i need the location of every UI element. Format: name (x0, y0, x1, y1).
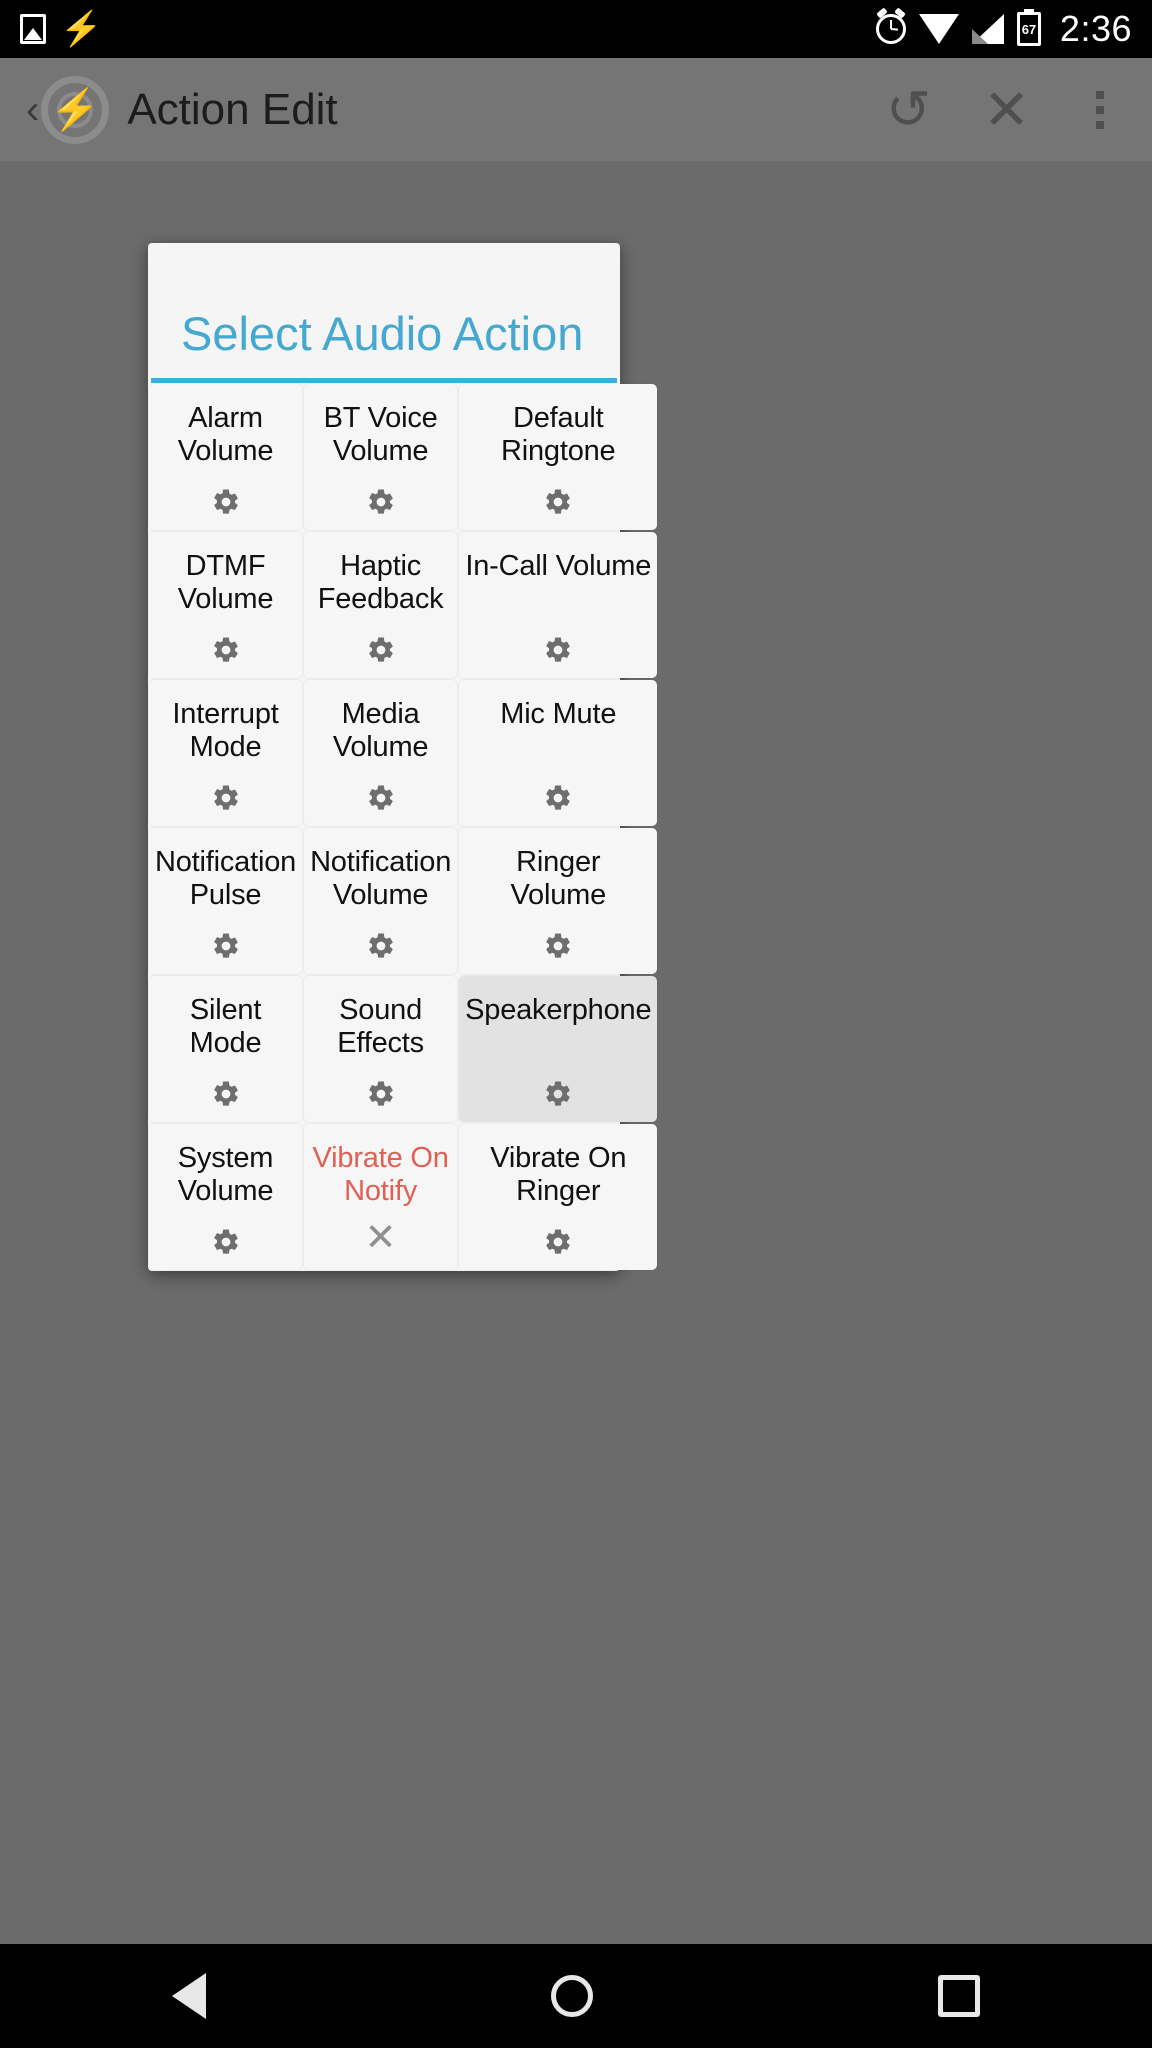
audio-action-label: In-Call Volume (465, 550, 652, 582)
alarm-icon (875, 14, 906, 44)
audio-action-label: Speakerphone (465, 994, 652, 1026)
gear-icon (366, 1079, 396, 1109)
page-title: Action Edit (127, 84, 338, 134)
action-bar: ‹ ⚡ Action Edit ↺ ✕ (0, 58, 1152, 161)
gear-icon (543, 1079, 573, 1109)
audio-action-cell[interactable]: Mic Mute (459, 680, 658, 826)
screenshot-icon (20, 14, 46, 44)
audio-action-label: DTMF Volume (177, 550, 274, 616)
audio-action-cell[interactable]: Interrupt Mode (149, 680, 303, 826)
back-chevron-icon[interactable]: ‹ (26, 90, 39, 130)
audio-action-label: Media Volume (332, 698, 429, 764)
gear-icon (543, 487, 573, 517)
battery-level: 67 (1021, 21, 1037, 37)
gear-icon (211, 1079, 241, 1109)
audio-action-cell[interactable]: Ringer Volume (459, 828, 658, 974)
audio-action-cell[interactable]: Sound Effects (304, 976, 458, 1122)
gear-icon (366, 635, 396, 665)
status-bar-left-icons: ⚡ (20, 12, 102, 46)
system-navigation-bar (0, 1944, 1152, 2048)
audio-action-cell[interactable]: Notification Volume (304, 828, 458, 974)
audio-action-label: Mic Mute (500, 698, 617, 730)
audio-action-label: Sound Effects (337, 994, 424, 1060)
audio-action-cell[interactable]: Haptic Feedback (304, 532, 458, 678)
clock: 2:36 (1059, 8, 1132, 49)
audio-action-cell[interactable]: Media Volume (304, 680, 458, 826)
audio-action-cell[interactable]: In-Call Volume (459, 532, 658, 678)
nav-home-icon[interactable] (550, 1975, 593, 2017)
audio-action-cell[interactable]: Speakerphone (459, 976, 658, 1122)
wifi-icon (918, 14, 959, 44)
audio-action-label: Interrupt Mode (172, 698, 279, 764)
audio-action-cell[interactable]: Silent Mode (149, 976, 303, 1122)
audio-action-cell[interactable]: BT Voice Volume (304, 384, 458, 530)
audio-action-label: System Volume (177, 1142, 274, 1208)
status-bar-right-icons: 67 2:36 (875, 8, 1132, 50)
close-icon[interactable]: ✕ (983, 81, 1030, 138)
audio-action-label: Notification Pulse (155, 846, 297, 912)
audio-action-cell[interactable]: Alarm Volume (149, 384, 303, 530)
battery-icon: 67 (1016, 12, 1041, 46)
select-audio-action-dialog: Select Audio Action Alarm Volume BT Voice… (148, 243, 658, 1271)
nav-recents-icon[interactable] (937, 1975, 980, 2017)
nav-back-icon[interactable] (172, 1973, 207, 2019)
audio-action-cell[interactable]: Default Ringtone (459, 384, 658, 530)
dialog-title: Select Audio Action (181, 307, 584, 360)
audio-action-label: Haptic Feedback (317, 550, 444, 616)
audio-action-cell[interactable]: System Volume (149, 1124, 303, 1270)
gear-icon (211, 1227, 241, 1257)
gear-icon (211, 635, 241, 665)
audio-action-label: BT Voice Volume (323, 402, 438, 468)
gear-icon (543, 1227, 573, 1257)
audio-action-cell[interactable]: Vibrate On Notify ✕ (304, 1124, 458, 1270)
gear-icon (543, 635, 573, 665)
gear-icon (366, 783, 396, 813)
action-bar-buttons: ↺ ✕ (886, 81, 1126, 138)
audio-action-cell[interactable]: DTMF Volume (149, 532, 303, 678)
audio-action-label: Ringer Volume (510, 846, 607, 912)
status-bar: ⚡ 67 2:36 (0, 0, 1152, 58)
lightning-bolt-icon: ⚡ (60, 10, 103, 48)
audio-action-label: Alarm Volume (177, 402, 274, 468)
tasker-gear-lightning-icon[interactable]: ⚡ (41, 75, 110, 144)
gear-icon (543, 931, 573, 961)
gear-icon (366, 931, 396, 961)
phone-screen: ⚡ 67 2:36 ‹ ⚡ Action Edit ↺ ✕ Select Aud… (0, 0, 1152, 2048)
audio-action-label: Vibrate On Ringer (490, 1142, 627, 1208)
gear-icon (211, 783, 241, 813)
gear-icon (211, 931, 241, 961)
audio-action-label: Silent Mode (189, 994, 262, 1060)
audio-action-label: Default Ringtone (501, 402, 616, 468)
audio-action-cell[interactable]: Vibrate On Ringer (459, 1124, 658, 1270)
gear-icon (211, 487, 241, 517)
undo-icon[interactable]: ↺ (886, 83, 931, 137)
gear-icon (543, 783, 573, 813)
cell-signal-icon (971, 14, 1004, 44)
audio-action-label: Notification Volume (310, 846, 452, 912)
close-icon: ✕ (364, 1217, 397, 1259)
audio-action-label: Vibrate On Notify (312, 1142, 449, 1208)
overflow-menu-icon[interactable] (1082, 90, 1118, 129)
audio-action-cell[interactable]: Notification Pulse (149, 828, 303, 974)
gear-icon (366, 487, 396, 517)
audio-action-grid: Alarm Volume BT Voice Volume Default Ringt… (148, 383, 658, 1271)
